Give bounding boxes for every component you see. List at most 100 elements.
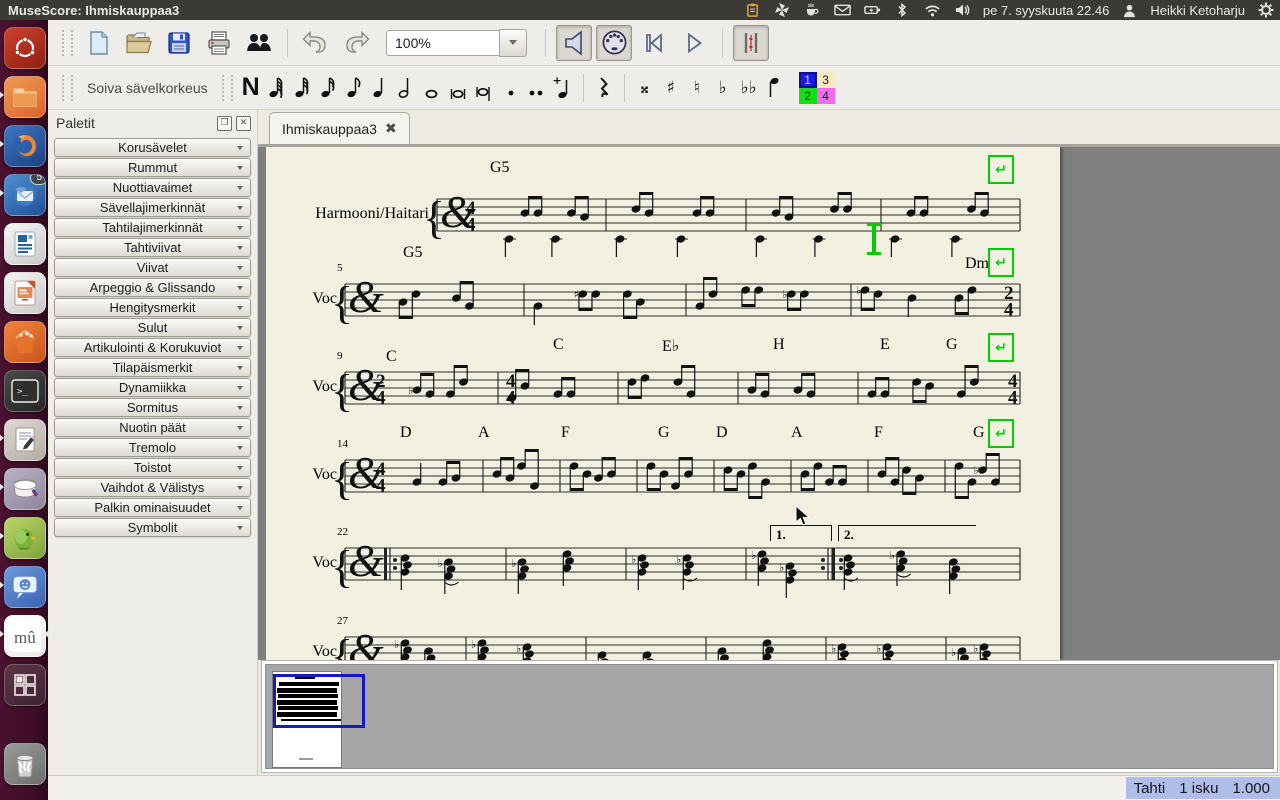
- play-repeats-toggle[interactable]: [733, 25, 769, 61]
- line-break-icon[interactable]: ↵: [988, 155, 1014, 184]
- staff-label[interactable]: Harmooni/Haitari: [266, 205, 429, 223]
- staff-label[interactable]: Voc: [266, 378, 337, 396]
- pinwheel-icon[interactable]: [774, 2, 791, 19]
- chord-symbol[interactable]: A: [791, 424, 803, 442]
- chord-symbol[interactable]: G: [658, 424, 670, 442]
- chord-symbol[interactable]: A: [478, 424, 490, 442]
- note-16-button[interactable]: [317, 72, 341, 104]
- double-flat-button[interactable]: ♭♭: [737, 72, 761, 104]
- note-8-button[interactable]: [343, 72, 367, 104]
- launcher-item-pidgin[interactable]: [3, 516, 45, 560]
- palette-item-rummut[interactable]: Rummut: [54, 158, 251, 177]
- palette-float-icon[interactable]: ❐: [217, 116, 232, 131]
- staff-label[interactable]: Voc: [266, 290, 337, 308]
- system-6[interactable]: {&♭♭♭♭♭♭♭: [266, 603, 1060, 660]
- battery-icon[interactable]: [864, 2, 881, 19]
- zoom-combobox[interactable]: 100%: [386, 30, 499, 56]
- double-sharp-button[interactable]: 𝄪: [633, 72, 657, 104]
- launcher-item-software-center[interactable]: [3, 320, 45, 364]
- palette-item-sormitus[interactable]: Sormitus: [54, 398, 251, 417]
- note-quarter-button[interactable]: [369, 72, 393, 104]
- launcher-item-libreoffice-writer[interactable]: [3, 222, 45, 266]
- double-dot-button[interactable]: [525, 72, 549, 104]
- launcher-item-text-editor[interactable]: [3, 418, 45, 462]
- redo-button[interactable]: [338, 25, 374, 61]
- dot-button[interactable]: [499, 72, 523, 104]
- palette-item-dynamiikka[interactable]: Dynamiikka: [54, 378, 251, 397]
- flat-button[interactable]: ♭: [711, 72, 735, 104]
- tie-button[interactable]: +: [551, 72, 575, 104]
- line-break-icon[interactable]: ↵: [988, 248, 1014, 277]
- launcher-item-musescore[interactable]: mû: [3, 614, 45, 658]
- launcher-item-libreoffice-impress[interactable]: [3, 271, 45, 315]
- chord-symbol[interactable]: G5: [403, 244, 423, 262]
- voice-3-button[interactable]: 3: [817, 72, 835, 88]
- undo-button[interactable]: [298, 25, 334, 61]
- score-canvas[interactable]: {&44Harmooni/HaitariG5↵{&24♯♭♭Voc5G5Dm↵{…: [258, 147, 1280, 660]
- natural-button[interactable]: ♮: [685, 72, 709, 104]
- line-break-icon[interactable]: ↵: [988, 333, 1014, 362]
- launcher-item-firefox[interactable]: [3, 124, 45, 168]
- launcher-item-empathy[interactable]: [3, 565, 45, 609]
- voice-1-button[interactable]: 1: [799, 72, 817, 88]
- score-page[interactable]: {&44Harmooni/HaitariG5↵{&24♯♭♭Voc5G5Dm↵{…: [266, 147, 1060, 660]
- palette-item-vaihdot-v-listys[interactable]: Vaihdot & Välistys: [54, 478, 251, 497]
- wifi-icon[interactable]: [924, 2, 941, 19]
- palette-item-arpeggio-glissando[interactable]: Arpeggio & Glissando: [54, 278, 251, 297]
- chord-symbol[interactable]: D: [716, 424, 728, 442]
- open-button[interactable]: [121, 25, 157, 61]
- navigator-panel[interactable]: [261, 660, 1278, 773]
- concert-pitch-button[interactable]: Soiva sävelkorkeus: [79, 76, 216, 100]
- system-2[interactable]: {&24♯♭♭: [266, 250, 1060, 350]
- launcher-item-ubuntu-dash[interactable]: [3, 26, 45, 70]
- line-break-icon[interactable]: ↵: [988, 419, 1014, 448]
- sound-toggle[interactable]: [556, 25, 592, 61]
- palette-item-symbolit[interactable]: Symbolit: [54, 518, 251, 537]
- clipboard-icon[interactable]: [744, 2, 761, 19]
- palette-item-tahtilajimerkinn-t[interactable]: Tahtilajimerkinnät: [54, 218, 251, 237]
- palette-item-artikulointi-korukuviot[interactable]: Artikulointi & Korukuviot: [54, 338, 251, 357]
- note-longa-button[interactable]: [473, 72, 497, 104]
- staff-spacer[interactable]: [867, 223, 881, 255]
- volta-bracket[interactable]: 2.: [838, 525, 976, 541]
- volume-icon[interactable]: [954, 2, 971, 19]
- staff-label[interactable]: Voc: [266, 643, 337, 660]
- connect-button[interactable]: [241, 25, 277, 61]
- note-32-button[interactable]: [291, 72, 315, 104]
- clock-menu[interactable]: pe 7. syyskuuta 22.46: [983, 3, 1109, 18]
- zoom-dropdown-arrow[interactable]: [499, 29, 527, 57]
- note-whole-button[interactable]: [421, 72, 445, 104]
- tab-close-icon[interactable]: ✖: [385, 121, 397, 137]
- palette-item-tahtiviivat[interactable]: Tahtiviivat: [54, 238, 251, 257]
- chord-symbol[interactable]: H: [773, 336, 785, 354]
- note-half-button[interactable]: [395, 72, 419, 104]
- chord-symbol[interactable]: F: [561, 424, 570, 442]
- new-button[interactable]: [81, 25, 117, 61]
- palette-item-viivat[interactable]: Viivat: [54, 258, 251, 277]
- note-64-button[interactable]: [265, 72, 289, 104]
- palette-item-tilap-ismerkit[interactable]: Tilapäismerkit: [54, 358, 251, 377]
- voice-4-button[interactable]: 4: [817, 88, 835, 104]
- flip-stem-button[interactable]: [763, 72, 787, 104]
- palette-item-s-vellajimerkinn-t[interactable]: Sävellajimerkinnät: [54, 198, 251, 217]
- launcher-item-files[interactable]: [3, 75, 45, 119]
- palette-item-nuotin-p-t[interactable]: Nuotin päät: [54, 418, 251, 437]
- launcher-item-trash[interactable]: [3, 742, 45, 786]
- palette-item-hengitysmerkit[interactable]: Hengitysmerkit: [54, 298, 251, 317]
- palette-close-icon[interactable]: ✕: [236, 116, 251, 131]
- palette-item-palkin-ominaisuudet[interactable]: Palkin ominaisuudet: [54, 498, 251, 517]
- gear-icon[interactable]: [1257, 2, 1274, 19]
- user-menu[interactable]: Heikki Ketoharju: [1150, 3, 1245, 18]
- staff-label[interactable]: Voc: [266, 466, 337, 484]
- palette-item-toistot[interactable]: Toistot: [54, 458, 251, 477]
- tab-ihmiskauppaa3[interactable]: Ihmiskauppaa3 ✖: [269, 112, 410, 144]
- palette-item-korus-velet[interactable]: Korusävelet: [54, 138, 251, 157]
- palette-item-sulut[interactable]: Sulut: [54, 318, 251, 337]
- sharp-button[interactable]: ♯: [659, 72, 683, 104]
- chord-symbol[interactable]: E♭: [662, 336, 679, 356]
- chord-symbol[interactable]: Dm: [965, 255, 989, 273]
- launcher-item-thunderbird[interactable]: 5: [3, 173, 45, 217]
- volta-bracket[interactable]: 1.: [770, 525, 832, 541]
- chord-symbol[interactable]: C: [553, 336, 564, 354]
- chord-symbol[interactable]: G: [946, 336, 958, 354]
